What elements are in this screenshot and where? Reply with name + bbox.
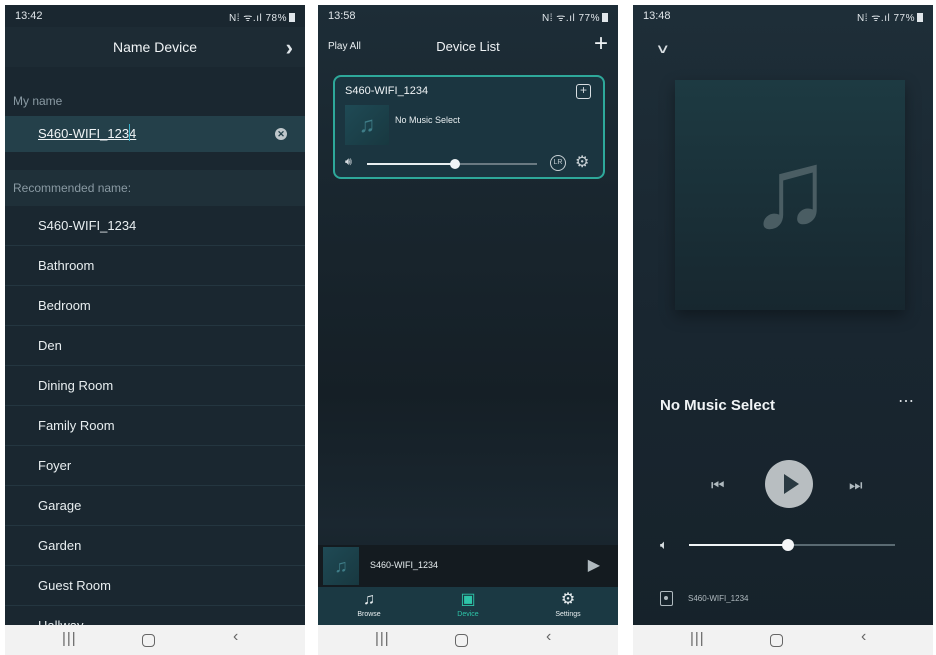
status-time: 13:58 bbox=[328, 10, 356, 22]
recommended-label: Recommended name: bbox=[13, 181, 132, 195]
volume-icon[interactable]: 🔈︎ bbox=[660, 537, 668, 553]
play-button[interactable] bbox=[765, 460, 813, 508]
header: Name Device › bbox=[5, 27, 305, 67]
recommended-header: Recommended name: bbox=[5, 170, 305, 206]
header: Play All Device List + bbox=[318, 27, 618, 67]
page-title: Name Device bbox=[112, 39, 198, 55]
volume-slider-knob[interactable] bbox=[450, 159, 460, 169]
device-list-screen: 13:58 N⁞ ᯤ.ıl 77% Play All Device List +… bbox=[318, 5, 618, 655]
music-note-icon: ♫ bbox=[323, 547, 359, 585]
device-name: S460-WIFI_1234 bbox=[345, 85, 429, 97]
status-bar: 13:42 N⁞ ᯤ.ıl 78% bbox=[5, 5, 305, 27]
mini-player-title: S460-WIFI_1234 bbox=[370, 560, 439, 570]
more-icon[interactable]: ⋯ bbox=[898, 391, 915, 411]
recent-apps-icon[interactable]: ||| bbox=[375, 630, 390, 647]
play-icon bbox=[784, 474, 799, 494]
volume-slider[interactable] bbox=[689, 539, 895, 551]
status-time: 13:48 bbox=[643, 10, 671, 22]
name-device-screen: 13:42 N⁞ ᯤ.ıl 78% Name Device › My name … bbox=[5, 5, 305, 655]
list-item[interactable]: Guest Room bbox=[5, 566, 305, 606]
gear-icon: ⚙ bbox=[560, 591, 576, 608]
tab-label: Device bbox=[457, 611, 479, 618]
volume-slider-fill bbox=[367, 163, 455, 165]
signal-icons: N⁞ ᯤ.ıl bbox=[857, 13, 891, 24]
status-time: 13:42 bbox=[15, 10, 43, 22]
status-icons: N⁞ ᯤ.ıl 77% bbox=[857, 10, 923, 24]
previous-icon[interactable]: ⏮︎ bbox=[711, 477, 725, 494]
page-title: Device List bbox=[436, 39, 500, 54]
clear-icon[interactable]: ✕ bbox=[275, 128, 287, 140]
tab-label: Settings bbox=[555, 611, 581, 618]
home-icon[interactable] bbox=[770, 634, 783, 647]
album-art: ♫ bbox=[675, 80, 905, 310]
speaker-icon bbox=[660, 591, 673, 606]
tab-device[interactable]: ▣ Device bbox=[438, 590, 498, 618]
status-icons: N⁞ ᯤ.ıl 77% bbox=[542, 10, 608, 24]
status-icons: N⁞ ᯤ.ıl 78% bbox=[229, 10, 295, 24]
song-title: No Music Select bbox=[660, 397, 776, 414]
list-item[interactable]: Den bbox=[5, 326, 305, 366]
battery-icon bbox=[917, 13, 923, 22]
my-name-label: My name bbox=[13, 94, 63, 108]
device-name[interactable]: S460-WIFI_1234 bbox=[688, 594, 748, 603]
device-name-input[interactable] bbox=[38, 126, 238, 141]
list-item[interactable]: Dining Room bbox=[5, 366, 305, 406]
signal-icons: N⁞ ᯤ.ıl bbox=[542, 13, 576, 24]
battery-icon bbox=[602, 13, 608, 22]
tab-settings[interactable]: ⚙ Settings bbox=[538, 590, 598, 618]
music-note-icon: ♫ bbox=[345, 105, 389, 145]
text-caret bbox=[129, 124, 130, 141]
system-nav-bar: ||| ‹ bbox=[318, 625, 618, 655]
list-item[interactable]: Garage bbox=[5, 486, 305, 526]
tab-bar: ♫ Browse ▣ Device ⚙ Settings bbox=[318, 587, 618, 625]
list-item[interactable]: Garden bbox=[5, 526, 305, 566]
list-item[interactable]: Foyer bbox=[5, 446, 305, 486]
play-icon[interactable]: ▶ bbox=[588, 555, 600, 575]
volume-icon[interactable]: 🔊︎ bbox=[345, 156, 352, 169]
recent-apps-icon[interactable]: ||| bbox=[690, 630, 705, 647]
list-item[interactable]: Family Room bbox=[5, 406, 305, 446]
chevron-right-icon[interactable]: › bbox=[286, 35, 293, 61]
recommended-name-list: S460-WIFI_1234 Bathroom Bedroom Den Dini… bbox=[5, 206, 305, 646]
list-item[interactable]: Bedroom bbox=[5, 286, 305, 326]
music-note-icon: ♫ bbox=[363, 591, 375, 608]
system-nav-bar: ||| ‹ bbox=[633, 625, 933, 655]
next-icon[interactable]: ⏭︎ bbox=[849, 477, 863, 494]
battery-percent: 77% bbox=[893, 13, 915, 24]
tab-browse[interactable]: ♫ Browse bbox=[339, 590, 399, 618]
battery-percent: 77% bbox=[578, 13, 600, 24]
add-icon[interactable]: + bbox=[594, 32, 608, 56]
recent-apps-icon[interactable]: ||| bbox=[62, 630, 77, 647]
volume-slider[interactable] bbox=[367, 159, 537, 169]
device-card[interactable]: S460-WIFI_1234 + ♫ No Music Select 🔊︎ LR… bbox=[333, 75, 605, 179]
back-icon[interactable]: ‹ bbox=[233, 628, 238, 646]
gear-icon[interactable]: ⚙ bbox=[575, 152, 589, 172]
battery-percent: 78% bbox=[265, 13, 287, 24]
group-add-icon[interactable]: + bbox=[576, 84, 591, 99]
home-icon[interactable] bbox=[455, 634, 468, 647]
name-input-row: ✕ bbox=[5, 116, 305, 152]
home-icon[interactable] bbox=[142, 634, 155, 647]
volume-slider-knob[interactable] bbox=[782, 539, 794, 551]
system-nav-bar: ||| ‹ bbox=[5, 625, 305, 655]
tab-label: Browse bbox=[357, 611, 381, 618]
track-title: No Music Select bbox=[395, 115, 461, 125]
music-note-icon: ♫ bbox=[748, 128, 832, 251]
back-icon[interactable]: ‹ bbox=[861, 628, 866, 646]
speaker-icon: ▣ bbox=[460, 591, 476, 608]
chevron-down-icon[interactable]: ∨ bbox=[655, 41, 670, 57]
list-item[interactable]: S460-WIFI_1234 bbox=[5, 206, 305, 246]
now-playing-screen: 13:48 N⁞ ᯤ.ıl 77% ∨ ♫ No Music Select ⋯ … bbox=[633, 5, 933, 655]
signal-icons: N⁞ ᯤ.ıl bbox=[229, 13, 263, 24]
mini-player[interactable]: ♫ S460-WIFI_1234 ▶ bbox=[318, 545, 618, 587]
status-bar: 13:58 N⁞ ᯤ.ıl 77% bbox=[318, 5, 618, 27]
lr-channel-button[interactable]: LR bbox=[550, 155, 566, 171]
volume-slider-fill bbox=[689, 544, 788, 546]
list-item[interactable]: Bathroom bbox=[5, 246, 305, 286]
back-icon[interactable]: ‹ bbox=[546, 628, 551, 646]
status-bar: 13:48 N⁞ ᯤ.ıl 77% bbox=[633, 5, 933, 27]
battery-icon bbox=[289, 13, 295, 22]
